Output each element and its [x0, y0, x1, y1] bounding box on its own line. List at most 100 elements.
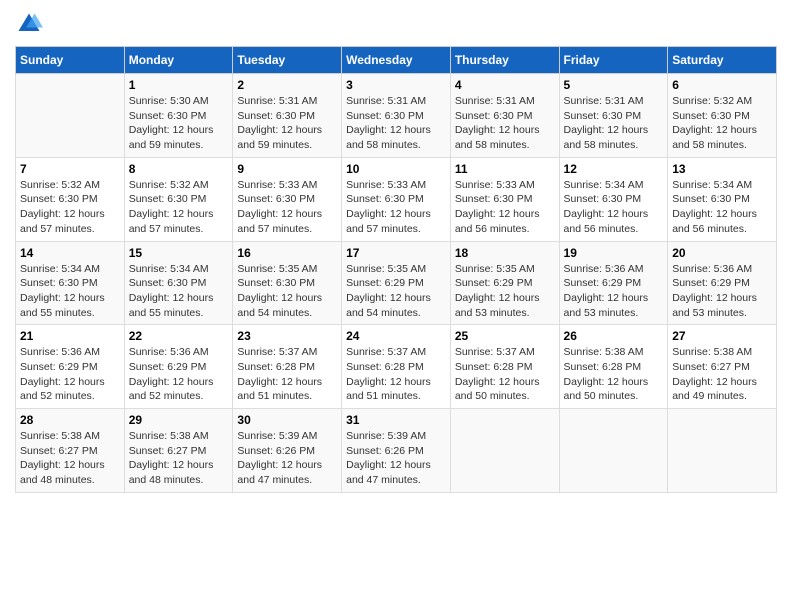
day-number: 5: [564, 78, 664, 92]
calendar-cell: 12Sunrise: 5:34 AM Sunset: 6:30 PM Dayli…: [559, 157, 668, 241]
calendar-cell: 11 Sunrise: 5:33 AM Sunset: 6:30 PM Dayli…: [450, 157, 559, 241]
calendar-cell: 9Sunrise: 5:33 AM Sunset: 6:30 PM Daylig…: [233, 157, 342, 241]
days-header-row: SundayMondayTuesdayWednesdayThursdayFrid…: [16, 47, 777, 74]
day-number: 22: [129, 329, 229, 343]
calendar-cell: 5Sunrise: 5:31 AM Sunset: 6:30 PM Daylig…: [559, 74, 668, 158]
day-info: Sunrise: 5:35 AM Sunset: 6:29 PM Dayligh…: [455, 262, 555, 321]
day-number: 8: [129, 162, 229, 176]
calendar-cell: 7 Sunrise: 5:32 AM Sunset: 6:30 PM Daylig…: [16, 157, 125, 241]
calendar-cell: 17 Sunrise: 5:35 AM Sunset: 6:29 PM Dayli…: [342, 241, 451, 325]
day-number: 16: [237, 246, 337, 260]
day-number: 6: [672, 78, 772, 92]
day-info: Sunrise: 5:38 AM Sunset: 6:27 PM Dayligh…: [672, 345, 772, 404]
day-number: 10: [346, 162, 446, 176]
day-number: 19: [564, 246, 664, 260]
day-number: 27: [672, 329, 772, 343]
day-header-thursday: Thursday: [450, 47, 559, 74]
day-number: 14: [20, 246, 120, 260]
calendar-cell: 18 Sunrise: 5:35 AM Sunset: 6:29 PM Dayli…: [450, 241, 559, 325]
calendar-cell: 28 Sunrise: 5:38 AM Sunset: 6:27 PM Dayli…: [16, 409, 125, 493]
day-info: Sunrise: 5:33 AM Sunset: 6:30 PM Dayligh…: [455, 178, 555, 237]
calendar-cell: [559, 409, 668, 493]
day-info: Sunrise: 5:38 AM Sunset: 6:28 PM Dayligh…: [564, 345, 664, 404]
header: [15, 10, 777, 38]
day-number: 15: [129, 246, 229, 260]
day-number: 28: [20, 413, 120, 427]
calendar-cell: 19 Sunrise: 5:36 AM Sunset: 6:29 PM Dayli…: [559, 241, 668, 325]
calendar-cell: [668, 409, 777, 493]
calendar-table: SundayMondayTuesdayWednesdayThursdayFrid…: [15, 46, 777, 493]
calendar-cell: 20 Sunrise: 5:36 AM Sunset: 6:29 PM Dayli…: [668, 241, 777, 325]
calendar-cell: [450, 409, 559, 493]
day-header-sunday: Sunday: [16, 47, 125, 74]
calendar-week-row: 7 Sunrise: 5:32 AM Sunset: 6:30 PM Daylig…: [16, 157, 777, 241]
day-number: 20: [672, 246, 772, 260]
logo-icon: [15, 10, 43, 38]
day-number: 26: [564, 329, 664, 343]
calendar-cell: 16 Sunrise: 5:35 AM Sunset: 6:30 PM Dayli…: [233, 241, 342, 325]
calendar-cell: 27 Sunrise: 5:38 AM Sunset: 6:27 PM Dayli…: [668, 325, 777, 409]
calendar-cell: 29 Sunrise: 5:38 AM Sunset: 6:27 PM Dayli…: [124, 409, 233, 493]
day-header-saturday: Saturday: [668, 47, 777, 74]
day-info: Sunrise: 5:31 AM Sunset: 6:30 PM Dayligh…: [237, 94, 337, 153]
day-number: 24: [346, 329, 446, 343]
day-number: 23: [237, 329, 337, 343]
day-number: 1: [129, 78, 229, 92]
calendar-cell: 14 Sunrise: 5:34 AM Sunset: 6:30 PM Dayli…: [16, 241, 125, 325]
calendar-week-row: 14 Sunrise: 5:34 AM Sunset: 6:30 PM Dayli…: [16, 241, 777, 325]
day-info: Sunrise: 5:39 AM Sunset: 6:26 PM Dayligh…: [237, 429, 337, 488]
day-number: 29: [129, 413, 229, 427]
day-info: Sunrise: 5:31 AM Sunset: 6:30 PM Dayligh…: [455, 94, 555, 153]
day-info: Sunrise: 5:37 AM Sunset: 6:28 PM Dayligh…: [346, 345, 446, 404]
day-number: 21: [20, 329, 120, 343]
day-info: Sunrise: 5:36 AM Sunset: 6:29 PM Dayligh…: [129, 345, 229, 404]
calendar-cell: 21Sunrise: 5:36 AM Sunset: 6:29 PM Dayli…: [16, 325, 125, 409]
day-info: Sunrise: 5:32 AM Sunset: 6:30 PM Dayligh…: [20, 178, 120, 237]
day-info: Sunrise: 5:34 AM Sunset: 6:30 PM Dayligh…: [564, 178, 664, 237]
calendar-cell: 15Sunrise: 5:34 AM Sunset: 6:30 PM Dayli…: [124, 241, 233, 325]
calendar-cell: 6 Sunrise: 5:32 AM Sunset: 6:30 PM Daylig…: [668, 74, 777, 158]
day-number: 3: [346, 78, 446, 92]
logo: [15, 10, 47, 38]
calendar-cell: 23 Sunrise: 5:37 AM Sunset: 6:28 PM Dayli…: [233, 325, 342, 409]
day-number: 18: [455, 246, 555, 260]
calendar-cell: 25 Sunrise: 5:37 AM Sunset: 6:28 PM Dayli…: [450, 325, 559, 409]
day-number: 13: [672, 162, 772, 176]
day-info: Sunrise: 5:36 AM Sunset: 6:29 PM Dayligh…: [564, 262, 664, 321]
day-info: Sunrise: 5:38 AM Sunset: 6:27 PM Dayligh…: [129, 429, 229, 488]
day-number: 9: [237, 162, 337, 176]
day-number: 25: [455, 329, 555, 343]
day-info: Sunrise: 5:32 AM Sunset: 6:30 PM Dayligh…: [129, 178, 229, 237]
day-info: Sunrise: 5:35 AM Sunset: 6:29 PM Dayligh…: [346, 262, 446, 321]
calendar-week-row: 28 Sunrise: 5:38 AM Sunset: 6:27 PM Dayli…: [16, 409, 777, 493]
day-number: 11: [455, 162, 555, 176]
day-number: 7: [20, 162, 120, 176]
day-number: 2: [237, 78, 337, 92]
day-info: Sunrise: 5:32 AM Sunset: 6:30 PM Dayligh…: [672, 94, 772, 153]
day-info: Sunrise: 5:35 AM Sunset: 6:30 PM Dayligh…: [237, 262, 337, 321]
day-info: Sunrise: 5:31 AM Sunset: 6:30 PM Dayligh…: [346, 94, 446, 153]
calendar-cell: 3 Sunrise: 5:31 AM Sunset: 6:30 PM Daylig…: [342, 74, 451, 158]
calendar-cell: 13 Sunrise: 5:34 AM Sunset: 6:30 PM Dayli…: [668, 157, 777, 241]
day-header-monday: Monday: [124, 47, 233, 74]
calendar-cell: 10 Sunrise: 5:33 AM Sunset: 6:30 PM Dayli…: [342, 157, 451, 241]
day-info: Sunrise: 5:37 AM Sunset: 6:28 PM Dayligh…: [455, 345, 555, 404]
calendar-cell: 26 Sunrise: 5:38 AM Sunset: 6:28 PM Dayli…: [559, 325, 668, 409]
day-info: Sunrise: 5:33 AM Sunset: 6:30 PM Dayligh…: [346, 178, 446, 237]
day-info: Sunrise: 5:37 AM Sunset: 6:28 PM Dayligh…: [237, 345, 337, 404]
day-info: Sunrise: 5:34 AM Sunset: 6:30 PM Dayligh…: [20, 262, 120, 321]
day-number: 17: [346, 246, 446, 260]
calendar-cell: 4Sunrise: 5:31 AM Sunset: 6:30 PM Daylig…: [450, 74, 559, 158]
day-info: Sunrise: 5:34 AM Sunset: 6:30 PM Dayligh…: [672, 178, 772, 237]
day-header-wednesday: Wednesday: [342, 47, 451, 74]
day-info: Sunrise: 5:30 AM Sunset: 6:30 PM Dayligh…: [129, 94, 229, 153]
day-header-friday: Friday: [559, 47, 668, 74]
day-info: Sunrise: 5:36 AM Sunset: 6:29 PM Dayligh…: [672, 262, 772, 321]
day-number: 30: [237, 413, 337, 427]
calendar-cell: 2 Sunrise: 5:31 AM Sunset: 6:30 PM Daylig…: [233, 74, 342, 158]
day-info: Sunrise: 5:38 AM Sunset: 6:27 PM Dayligh…: [20, 429, 120, 488]
calendar-cell: 30 Sunrise: 5:39 AM Sunset: 6:26 PM Dayli…: [233, 409, 342, 493]
calendar-cell: 22 Sunrise: 5:36 AM Sunset: 6:29 PM Dayli…: [124, 325, 233, 409]
calendar-cell: 8 Sunrise: 5:32 AM Sunset: 6:30 PM Daylig…: [124, 157, 233, 241]
calendar-cell: 24 Sunrise: 5:37 AM Sunset: 6:28 PM Dayli…: [342, 325, 451, 409]
